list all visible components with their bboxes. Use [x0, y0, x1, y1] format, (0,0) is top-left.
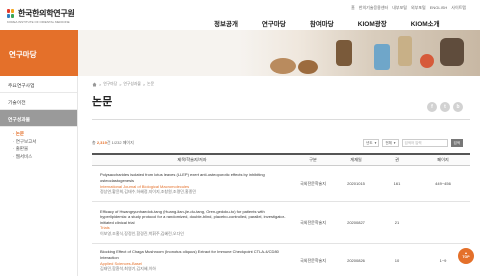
- banner-photo: [240, 30, 480, 76]
- paper-date: 20200826: [347, 258, 365, 263]
- util-link-english[interactable]: ENGLISH: [430, 5, 448, 11]
- paper-volume: 10: [394, 258, 400, 263]
- logo-subtitle: KOREA INSTITUTE OF ORIENTAL MEDICINE: [7, 20, 70, 24]
- nav-item-plaza[interactable]: KIOM광장: [358, 18, 387, 28]
- table-row[interactable]: Polysaccharides isolated from lotus leav…: [92, 166, 470, 202]
- logo-mark-icon: [7, 8, 15, 19]
- utility-links: 홈 한의기술응용센터 내부포털 외부포털 ENGLISH 사이트맵: [351, 5, 466, 11]
- col-volume: 권: [395, 157, 399, 162]
- page-title: 논문: [92, 96, 113, 108]
- col-pages: 페이지: [437, 157, 449, 162]
- title-divider: [92, 119, 470, 120]
- logo-text: 한국한의학연구원: [18, 9, 75, 18]
- banner-title: 연구마당: [9, 50, 37, 59]
- sidebar-item-tech-transfer[interactable]: 기술이전: [0, 93, 77, 110]
- sidebar-sub-papers[interactable]: · 논문: [13, 130, 77, 138]
- util-link-center[interactable]: 한의기술응용센터: [359, 5, 388, 11]
- search-filters: 년도 ▾ 전체 ▾ 검색어 입력 검색: [363, 139, 463, 147]
- paper-category: 국외전문학술지: [300, 257, 326, 263]
- breadcrumb-item[interactable]: 연구마당: [103, 82, 117, 87]
- section-banner: 연구마당: [0, 30, 480, 76]
- search-button[interactable]: 검색: [450, 139, 463, 147]
- util-link-internal[interactable]: 내부포털: [392, 5, 407, 11]
- year-select[interactable]: 년도 ▾: [363, 139, 380, 147]
- paper-title[interactable]: Blocking Effect of Chaga Mushroom (Inono…: [100, 249, 288, 260]
- list-toolbar: 총 2,319건 1/232 페이지 년도 ▾ 전체 ▾ 검색어 입력 검색: [92, 139, 470, 147]
- sidebar-sub-publications[interactable]: · 출판물: [13, 145, 77, 153]
- paper-title[interactable]: Efficacy of Hwangryunhaedok-tang (Huang-…: [100, 209, 288, 226]
- nav-item-participation[interactable]: 참여마당: [310, 18, 334, 28]
- scroll-top-button[interactable]: ▲ TOP: [458, 248, 474, 264]
- breadcrumb-current: 논문: [147, 82, 155, 86]
- blog-icon[interactable]: b: [453, 102, 463, 112]
- chevron-down-icon: ▾: [393, 141, 396, 145]
- table-row[interactable]: Efficacy of Hwangryunhaedok-tang (Huang-…: [92, 202, 470, 244]
- chevron-down-icon: ▾: [374, 141, 377, 145]
- col-title: 제목/학술지/저자: [177, 157, 207, 162]
- paper-volume: 161: [393, 181, 401, 186]
- col-category: 구분: [309, 157, 317, 162]
- breadcrumb-item[interactable]: 연구성과물: [123, 82, 140, 87]
- sidebar: 주요연구사업 기술이전 연구성과물 · 논문 · 연구보고서 · 출판물 · 웹…: [0, 76, 78, 276]
- paper-cell: Polysaccharides isolated from lotus leav…: [92, 168, 292, 198]
- banner-title-block: 연구마당: [0, 30, 78, 76]
- paper-category: 국외전문학술지: [300, 219, 326, 225]
- search-input[interactable]: 검색어 입력: [401, 139, 448, 147]
- paper-title[interactable]: Polysaccharides isolated from lotus leav…: [100, 172, 288, 183]
- sidebar-sub-reports[interactable]: · 연구보고서: [13, 138, 77, 146]
- paper-authors: 정상연,황윤희,김태수,하혜정,지이지,조창원,조명민,홍종민: [100, 189, 197, 195]
- twitter-icon[interactable]: t: [440, 102, 450, 112]
- table-row[interactable]: Blocking Effect of Chaga Mushroom (Inono…: [92, 244, 470, 276]
- sidebar-item-main-projects[interactable]: 주요연구사업: [0, 76, 77, 93]
- paper-date: 20201015: [347, 181, 365, 186]
- util-link-external[interactable]: 외부포털: [411, 5, 426, 11]
- paper-volume: 21: [394, 220, 400, 225]
- facebook-icon[interactable]: f: [427, 102, 437, 112]
- breadcrumb: > 연구마당 > 연구성과물 > 논문: [92, 82, 470, 87]
- paper-date: 20200827: [347, 220, 365, 225]
- nav-item-about[interactable]: KIOM소개: [411, 18, 440, 28]
- paper-category: 국외전문학술지: [300, 180, 326, 186]
- sidebar-submenu: · 논문 · 연구보고서 · 출판물 · 웹서비스: [0, 127, 77, 160]
- paper-pages: 449~456: [435, 181, 451, 186]
- result-count: 총 2,319건 1/232 페이지: [92, 140, 134, 145]
- util-link-sitemap[interactable]: 사이트맵: [451, 5, 466, 11]
- papers-table: 제목/학술지/저자 구분 게재일 권 페이지 Polysaccharides i…: [92, 153, 470, 276]
- main-nav: 정보공개 연구마당 참여마당 KIOM광장 KIOM소개: [214, 18, 440, 28]
- nav-item-info[interactable]: 정보공개: [214, 18, 238, 28]
- nav-item-research[interactable]: 연구마당: [262, 18, 286, 28]
- paper-authors: 김태민,함환석,최영기,김지혜,이하: [100, 266, 156, 272]
- sidebar-item-results[interactable]: 연구성과물: [0, 110, 77, 127]
- table-header: 제목/학술지/저자 구분 게재일 권 페이지: [92, 153, 470, 166]
- sidebar-sub-webservices[interactable]: · 웹서비스: [13, 153, 77, 161]
- col-date: 게재일: [350, 157, 362, 162]
- site-header: 한국한의학연구원 KOREA INSTITUTE OF ORIENTAL MED…: [0, 0, 480, 30]
- share-buttons: f t b: [427, 102, 463, 112]
- site-logo[interactable]: 한국한의학연구원: [7, 8, 75, 19]
- field-select[interactable]: 전체 ▾: [382, 139, 399, 147]
- util-link-home[interactable]: 홈: [351, 5, 355, 11]
- paper-cell: Efficacy of Hwangryunhaedok-tang (Huang-…: [92, 205, 292, 241]
- paper-cell: Blocking Effect of Chaga Mushroom (Inono…: [92, 245, 292, 275]
- main-content: > 연구마당 > 연구성과물 > 논문 논문 f t b 총 2,319건 1/…: [92, 82, 470, 271]
- home-icon[interactable]: [92, 82, 97, 87]
- paper-authors: 이보영,조홍식,장정인,함경진,박휘주,김혜린,오다인: [100, 230, 184, 236]
